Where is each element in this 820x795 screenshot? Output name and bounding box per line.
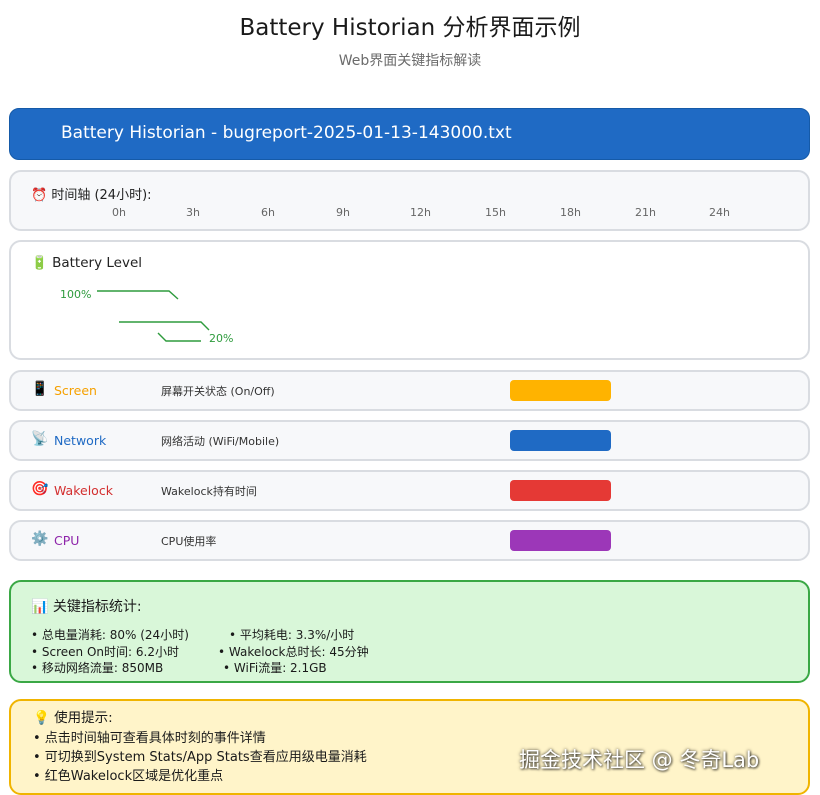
timeline-tick-21h[interactable]: 21h bbox=[635, 206, 656, 219]
alarm-clock-icon: ⏰ bbox=[31, 188, 48, 203]
battery-level-panel: 🔋 Battery Level 100% 20% bbox=[9, 240, 810, 360]
battery-label-start: 100% bbox=[60, 288, 91, 301]
timeline-tick-15h[interactable]: 15h bbox=[485, 206, 506, 219]
target-icon: 🎯 bbox=[31, 481, 49, 497]
track-name-network: Network bbox=[54, 433, 107, 448]
track-desc-cpu: CPU使用率 bbox=[161, 535, 217, 548]
timeline-tick-12h[interactable]: 12h bbox=[410, 206, 431, 219]
track-row-screen[interactable]: 📱 Screen 屏幕开关状态 (On/Off) bbox=[9, 370, 810, 411]
page-subtitle: Web界面关键指标解读 bbox=[338, 53, 482, 69]
tip-item-stats: • 可切换到System Stats/App Stats查看应用级电量消耗 bbox=[33, 750, 367, 765]
track-bar-cpu[interactable] bbox=[510, 530, 611, 551]
watermark: 掘金技术社区 @ 冬奇Lab bbox=[519, 748, 760, 772]
timeline-label: ⏰ 时间轴 (24小时): bbox=[31, 184, 152, 203]
timeline-tick-6h[interactable]: 6h bbox=[261, 206, 275, 219]
light-bulb-icon: 💡 bbox=[33, 710, 50, 726]
satellite-antenna-icon: 📡 bbox=[31, 431, 49, 447]
track-name-wakelock: Wakelock bbox=[54, 483, 113, 498]
timeline-label-text: 时间轴 (24小时): bbox=[51, 188, 152, 203]
track-desc-screen: 屏幕开关状态 (On/Off) bbox=[161, 385, 275, 398]
timeline-tick-0h[interactable]: 0h bbox=[112, 206, 126, 219]
stat-total-drain: • 总电量消耗: 80% (24小时) bbox=[31, 628, 189, 642]
stat-avg-drain: • 平均耗电: 3.3%/小时 bbox=[229, 628, 355, 642]
timeline-tick-3h[interactable]: 3h bbox=[186, 206, 200, 219]
bar-chart-icon: 📊 bbox=[31, 599, 49, 615]
usage-tips-title-text: 使用提示: bbox=[54, 710, 113, 726]
timeline-tick-9h[interactable]: 9h bbox=[336, 206, 350, 219]
track-row-network[interactable]: 📡 Network 网络活动 (WiFi/Mobile) bbox=[9, 420, 810, 461]
key-stats-title-text: 关键指标统计: bbox=[52, 599, 142, 615]
key-stats-panel: 📊 关键指标统计: • 总电量消耗: 80% (24小时) • 平均耗电: 3.… bbox=[9, 580, 810, 683]
file-title-bar: Battery Historian - bugreport-2025-01-13… bbox=[9, 108, 810, 160]
mobile-phone-icon: 📱 bbox=[31, 381, 49, 397]
key-stats-title: 📊 关键指标统计: bbox=[31, 596, 142, 616]
track-bar-screen[interactable] bbox=[510, 380, 611, 401]
track-name-cpu: CPU bbox=[54, 533, 80, 548]
battery-level-graph: 100% 20% bbox=[60, 288, 233, 345]
gear-icon: ⚙️ bbox=[31, 531, 49, 547]
timeline-tick-24h[interactable]: 24h bbox=[709, 206, 730, 219]
timeline-tick-18h[interactable]: 18h bbox=[560, 206, 581, 219]
stat-wifi-data: • WiFi流量: 2.1GB bbox=[223, 661, 327, 675]
stat-mobile-data: • 移动网络流量: 850MB bbox=[31, 661, 164, 675]
track-desc-network: 网络活动 (WiFi/Mobile) bbox=[161, 435, 280, 448]
tip-item-timeline: • 点击时间轴可查看具体时刻的事件详情 bbox=[33, 731, 266, 746]
tip-item-wakelock: • 红色Wakelock区域是优化重点 bbox=[33, 769, 224, 784]
stat-wakelock-total: • Wakelock总时长: 45分钟 bbox=[218, 645, 369, 659]
battery-level-line bbox=[97, 290, 210, 342]
stat-screen-on: • Screen On时间: 6.2小时 bbox=[31, 645, 179, 659]
page-title: Battery Historian 分析界面示例 bbox=[239, 15, 581, 41]
usage-tips-title: 💡 使用提示: bbox=[33, 706, 113, 726]
battery-label-end: 20% bbox=[209, 332, 233, 345]
track-bar-wakelock[interactable] bbox=[510, 480, 611, 501]
track-row-wakelock[interactable]: 🎯 Wakelock Wakelock持有时间 bbox=[9, 470, 810, 511]
timeline-panel[interactable]: ⏰ 时间轴 (24小时): 0h 3h 6h 9h 12h 15h 18h 21… bbox=[9, 170, 810, 231]
track-name-screen: Screen bbox=[54, 383, 97, 398]
file-title: Battery Historian - bugreport-2025-01-13… bbox=[61, 123, 512, 143]
track-row-cpu[interactable]: ⚙️ CPU CPU使用率 bbox=[9, 520, 810, 561]
track-desc-wakelock: Wakelock持有时间 bbox=[161, 485, 257, 498]
track-bar-network[interactable] bbox=[510, 430, 611, 451]
